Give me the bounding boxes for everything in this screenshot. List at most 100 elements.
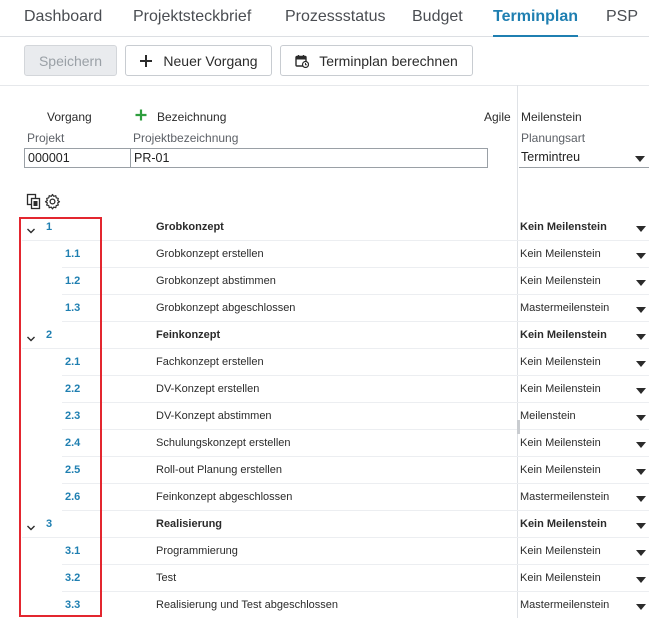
- caret-down-icon[interactable]: [636, 415, 646, 421]
- add-row-icon[interactable]: [135, 108, 147, 126]
- calculate-schedule-button[interactable]: Terminplan berechnen: [280, 45, 473, 76]
- milestone-value[interactable]: Kein Meilenstein: [520, 329, 607, 341]
- table-row[interactable]: 2.1 Fachkonzept erstellen Kein Meilenstein: [0, 349, 649, 376]
- task-name: Grobkonzept erstellen: [156, 248, 264, 260]
- task-number[interactable]: 1: [46, 221, 52, 233]
- divider: [0, 85, 649, 86]
- milestone-value[interactable]: Kein Meilenstein: [520, 248, 601, 260]
- task-name: DV-Konzept abstimmen: [156, 410, 272, 422]
- caret-down-icon[interactable]: [636, 253, 646, 259]
- milestone-value[interactable]: Meilenstein: [520, 410, 576, 422]
- caret-down-icon[interactable]: [636, 280, 646, 286]
- caret-down-icon[interactable]: [636, 361, 646, 367]
- milestone-value[interactable]: Kein Meilenstein: [520, 518, 607, 530]
- task-name: Grobkonzept abstimmen: [156, 275, 276, 287]
- table-row[interactable]: 3 Realisierung Kein Meilenstein: [0, 511, 649, 538]
- table-row[interactable]: 3.3 Realisierung und Test abgeschlossen Ma…: [0, 592, 649, 618]
- caret-down-icon: [635, 156, 645, 162]
- task-number[interactable]: 2.1: [65, 356, 80, 368]
- table-row[interactable]: 2.3 DV-Konzept abstimmen Meilenstein: [0, 403, 649, 430]
- task-name: Realisierung und Test abgeschlossen: [156, 599, 339, 611]
- task-number[interactable]: 2.6: [65, 491, 80, 503]
- chevron-down-icon[interactable]: [26, 330, 36, 348]
- milestone-value[interactable]: Kein Meilenstein: [520, 221, 607, 233]
- scrollbar-thumb[interactable]: [517, 420, 520, 434]
- caret-down-icon[interactable]: [636, 550, 646, 556]
- chevron-down-icon[interactable]: [26, 222, 36, 240]
- caret-down-icon[interactable]: [636, 442, 646, 448]
- tab-psp[interactable]: PSP: [606, 8, 638, 37]
- milestone-value[interactable]: Kein Meilenstein: [520, 356, 601, 368]
- column-header-bezeichnung: Bezeichnung: [157, 110, 227, 124]
- caret-down-icon[interactable]: [636, 307, 646, 313]
- task-number[interactable]: 3.3: [65, 599, 80, 611]
- milestone-value[interactable]: Kein Meilenstein: [520, 275, 601, 287]
- tab-budget[interactable]: Budget: [412, 8, 463, 37]
- column-header-vorgang: Vorgang: [47, 110, 92, 124]
- task-name: Grobkonzept: [156, 221, 224, 233]
- milestone-value[interactable]: Mastermeilenstein: [520, 491, 609, 503]
- task-number[interactable]: 2.2: [65, 383, 80, 395]
- caret-down-icon[interactable]: [636, 226, 646, 232]
- tab-prozessstatus[interactable]: Prozessstatus: [285, 8, 385, 37]
- milestone-value[interactable]: Kein Meilenstein: [520, 545, 601, 557]
- caret-down-icon[interactable]: [636, 496, 646, 502]
- milestone-value[interactable]: Mastermeilenstein: [520, 599, 609, 611]
- calendar-icon: [295, 54, 310, 68]
- task-number[interactable]: 3.2: [65, 572, 80, 584]
- table-row[interactable]: 2.6 Feinkonzept abgeschlossen Mastermeilen…: [0, 484, 649, 511]
- task-name: Test: [156, 572, 177, 584]
- milestone-value[interactable]: Kein Meilenstein: [520, 437, 601, 449]
- table-row[interactable]: 1.1 Grobkonzept erstellen Kein Meilenstein: [0, 241, 649, 268]
- caret-down-icon[interactable]: [636, 604, 646, 610]
- projektbezeichnung-field[interactable]: PR-01: [130, 148, 488, 168]
- caret-down-icon[interactable]: [636, 523, 646, 529]
- save-button[interactable]: Speichern: [24, 45, 117, 76]
- task-number[interactable]: 1.1: [65, 248, 80, 260]
- milestone-value[interactable]: Mastermeilenstein: [520, 302, 609, 314]
- task-name: Programmierung: [156, 545, 238, 557]
- task-name: Grobkonzept abgeschlossen: [156, 302, 296, 314]
- chevron-down-icon[interactable]: [26, 519, 36, 537]
- caret-down-icon[interactable]: [636, 469, 646, 475]
- table-row[interactable]: 2.5 Roll-out Planung erstellen Kein Meilen…: [0, 457, 649, 484]
- column-header-meilenstein: Meilenstein: [521, 110, 582, 124]
- tab-terminplan[interactable]: Terminplan: [493, 8, 579, 38]
- column-header-agile: Agile: [484, 110, 511, 124]
- gear-icon[interactable]: [44, 193, 61, 215]
- milestone-value[interactable]: Kein Meilenstein: [520, 572, 601, 584]
- task-number[interactable]: 3.1: [65, 545, 80, 557]
- task-number[interactable]: 1.3: [65, 302, 80, 314]
- task-name: DV-Konzept erstellen: [156, 383, 260, 395]
- table-row[interactable]: 2.2 DV-Konzept erstellen Kein Meilenstein: [0, 376, 649, 403]
- table-row[interactable]: 3.2 Test Kein Meilenstein: [0, 565, 649, 592]
- table-row[interactable]: 1.3 Grobkonzept abgeschlossen Mastermeilen…: [0, 295, 649, 322]
- task-number[interactable]: 2: [46, 329, 52, 341]
- task-number[interactable]: 1.2: [65, 275, 80, 287]
- planungsart-label: Planungsart: [521, 131, 586, 145]
- tab-dashboard[interactable]: Dashboard: [24, 8, 102, 37]
- caret-down-icon[interactable]: [636, 334, 646, 340]
- table-row[interactable]: 2.4 Schulungskonzept erstellen Kein Meilen…: [0, 430, 649, 457]
- new-task-button[interactable]: Neuer Vorgang: [125, 45, 272, 76]
- caret-down-icon[interactable]: [636, 577, 646, 583]
- projekt-field[interactable]: 000001: [24, 148, 131, 168]
- projektbezeichnung-label: Projektbezeichnung: [133, 131, 239, 145]
- copy-icon[interactable]: [26, 193, 42, 215]
- table-row[interactable]: 1.2 Grobkonzept abstimmen Kein Meilenstein: [0, 268, 649, 295]
- caret-down-icon[interactable]: [636, 388, 646, 394]
- task-number[interactable]: 2.3: [65, 410, 80, 422]
- save-button-label: Speichern: [38, 52, 103, 69]
- grid-tools: [26, 193, 66, 211]
- milestone-value[interactable]: Kein Meilenstein: [520, 464, 601, 476]
- task-number[interactable]: 2.5: [65, 464, 80, 476]
- table-row[interactable]: 2 Feinkonzept Kein Meilenstein: [0, 322, 649, 349]
- planungsart-select[interactable]: Termintreu: [519, 148, 649, 168]
- table-row[interactable]: 3.1 Programmierung Kein Meilenstein: [0, 538, 649, 565]
- tab-projektsteckbrief[interactable]: Projektsteckbrief: [133, 8, 251, 37]
- terminplan-app: Dashboard Projektsteckbrief Prozessstatu…: [0, 0, 649, 618]
- milestone-value[interactable]: Kein Meilenstein: [520, 383, 601, 395]
- task-number[interactable]: 2.4: [65, 437, 80, 449]
- task-number[interactable]: 3: [46, 518, 52, 530]
- table-row[interactable]: 1 Grobkonzept Kein Meilenstein: [0, 214, 649, 241]
